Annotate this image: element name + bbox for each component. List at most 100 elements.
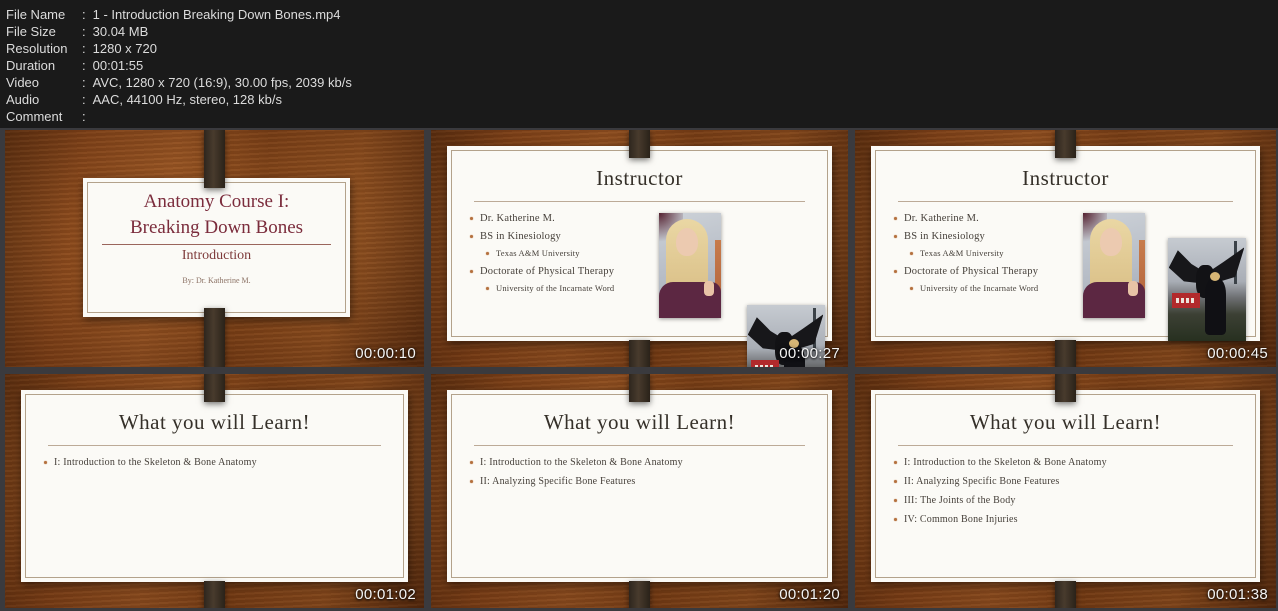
bullet-marker-icon: [894, 480, 897, 483]
frame-timestamp: 00:01:20: [779, 586, 840, 603]
bullet-marker-icon: [894, 217, 897, 220]
bullet-text: University of the Incarnate Word: [920, 283, 1039, 293]
photo-detail: [1204, 278, 1226, 335]
slide-title: Instructor: [1022, 166, 1109, 190]
bullet-marker-icon: [486, 287, 489, 290]
meta-row-filesize: File Size:30.04 MB: [6, 23, 1278, 40]
video-metadata-panel: File Name:1 - Introduction Breaking Down…: [0, 0, 1278, 128]
bullet-text: BS in Kinesiology: [480, 231, 561, 242]
bullet-item: I: Introduction to the Skeleton & Bone A…: [894, 457, 1242, 468]
ribbon-strap-top: [203, 374, 225, 402]
bullet-marker-icon: [470, 235, 473, 238]
bullet-text: III: The Joints of the Body: [904, 495, 1016, 506]
slide-subtitle: Introduction: [181, 248, 252, 263]
meta-row-audio: Audio: AAC, 44100 Hz, stereo, 128 kb/s: [6, 91, 1278, 108]
thumbnail-frame-3: Instructor Dr. Katherine M. BS in Kinesi…: [855, 130, 1276, 367]
bullet-marker-icon: [894, 518, 897, 521]
thumbnail-frame-6: What you will Learn! I: Introduction to …: [855, 374, 1276, 608]
video-contact-sheet: File Name:1 - Introduction Breaking Down…: [0, 0, 1278, 611]
ribbon-strap-top: [203, 130, 225, 188]
slide-title-line2: Breaking Down Bones: [129, 217, 304, 238]
bullet-item: Dr. Katherine M.: [470, 213, 814, 224]
meta-value: AAC, 44100 Hz, stereo, 128 kb/s: [92, 92, 282, 107]
meta-value: 30.04 MB: [92, 24, 149, 39]
title-divider: [898, 201, 1233, 202]
photo-detail: [1128, 281, 1138, 296]
title-slide-card: Anatomy Course I: Breaking Down Bones In…: [83, 178, 350, 317]
meta-label: Audio: [6, 92, 40, 107]
bullet-text: BS in Kinesiology: [904, 231, 985, 242]
bullet-text: University of the Incarnate Word: [496, 283, 615, 293]
meta-label: Comment: [6, 109, 63, 124]
meta-row-duration: Duration:00:01:55: [6, 57, 1278, 74]
title-divider: [474, 201, 805, 202]
title-divider: [474, 445, 805, 446]
thumbnail-frame-4: What you will Learn! I: Introduction to …: [5, 374, 424, 608]
graduation-eagle-photo: [1168, 238, 1246, 341]
meta-colon: :: [82, 92, 86, 107]
bullet-item: Texas A&M University: [486, 249, 814, 258]
meta-colon: :: [82, 75, 86, 90]
bullet-marker-icon: [470, 461, 473, 464]
bullet-text: II: Analyzing Specific Bone Features: [480, 476, 636, 487]
title-divider: [48, 445, 381, 446]
meta-label: Video: [6, 75, 40, 90]
meta-row-video: Video: AVC, 1280 x 720 (16:9), 30.00 fps,…: [6, 74, 1278, 91]
thumbnail-frame-1: Anatomy Course I: Breaking Down Bones In…: [5, 130, 424, 367]
bullet-marker-icon: [486, 252, 489, 255]
slide-title: What you will Learn!: [969, 410, 1162, 434]
bullet-item: IV: Common Bone Injuries: [894, 514, 1242, 525]
frame-timestamp: 00:00:10: [355, 345, 416, 362]
meta-value: 1280 x 720: [92, 41, 157, 56]
bullet-text: Doctorate of Physical Therapy: [904, 266, 1039, 277]
learn-slide-card: What you will Learn! I: Introduction to …: [21, 390, 408, 582]
slide-title: What you will Learn!: [543, 410, 736, 434]
bullet-text: Dr. Katherine M.: [480, 213, 555, 224]
bullet-list: I: Introduction to the Skeleton & Bone A…: [21, 457, 408, 468]
bullet-marker-icon: [910, 252, 913, 255]
frame-timestamp: 00:00:27: [779, 345, 840, 362]
bullet-marker-icon: [894, 461, 897, 464]
bullet-item: I: Introduction to the Skeleton & Bone A…: [470, 457, 814, 468]
slide-title: What you will Learn!: [118, 410, 311, 434]
bullet-item: BS in Kinesiology: [470, 231, 814, 242]
ribbon-strap-bottom: [203, 581, 225, 608]
bullet-text: IV: Common Bone Injuries: [904, 514, 1018, 525]
photo-detail: [676, 228, 698, 256]
meta-label: Resolution: [6, 41, 68, 56]
bullet-list: Dr. Katherine M. BS in Kinesiology Texas…: [447, 213, 832, 293]
bullet-text: I: Introduction to the Skeleton & Bone A…: [904, 457, 1107, 468]
slide-byline: By: Dr. Katherine M.: [182, 276, 251, 285]
bullet-text: Doctorate of Physical Therapy: [480, 266, 615, 277]
thumbnail-frame-5: What you will Learn! I: Introduction to …: [431, 374, 848, 608]
ribbon-strap-bottom: [1054, 340, 1076, 367]
bullet-list: I: Introduction to the Skeleton & Bone A…: [871, 457, 1260, 525]
ribbon-strap-top: [1054, 130, 1076, 158]
photo-detail: [704, 281, 714, 296]
meta-label: Duration: [6, 58, 56, 73]
instructor-portrait-photo: [1083, 213, 1145, 318]
meta-colon: :: [82, 109, 86, 124]
meta-row-resolution: Resolution:1280 x 720: [6, 40, 1278, 57]
bullet-item: III: The Joints of the Body: [894, 495, 1242, 506]
photo-detail: [750, 359, 779, 367]
bullet-text: Dr. Katherine M.: [904, 213, 979, 224]
ribbon-strap-top: [628, 374, 650, 402]
bullet-marker-icon: [894, 235, 897, 238]
learn-slide-card: What you will Learn! I: Introduction to …: [871, 390, 1260, 582]
meta-colon: :: [82, 7, 86, 22]
bullet-item: Dr. Katherine M.: [894, 213, 1242, 224]
meta-colon: :: [82, 58, 86, 73]
thumbnail-frame-2: Instructor Dr. Katherine M. BS in Kinesi…: [431, 130, 848, 367]
learn-slide-card: What you will Learn! I: Introduction to …: [447, 390, 832, 582]
meta-value: 1 - Introduction Breaking Down Bones.mp4: [92, 7, 341, 22]
bullet-text: Texas A&M University: [920, 248, 1004, 258]
bullet-item: Doctorate of Physical Therapy: [470, 266, 814, 277]
bullet-marker-icon: [470, 480, 473, 483]
bullet-item: II: Analyzing Specific Bone Features: [894, 476, 1242, 487]
meta-colon: :: [82, 24, 86, 39]
ribbon-strap-top: [1054, 374, 1076, 402]
meta-row-comment: Comment:: [6, 108, 1278, 125]
ribbon-strap-bottom: [628, 581, 650, 608]
slide-title-line1: Anatomy Course I:: [143, 191, 290, 212]
